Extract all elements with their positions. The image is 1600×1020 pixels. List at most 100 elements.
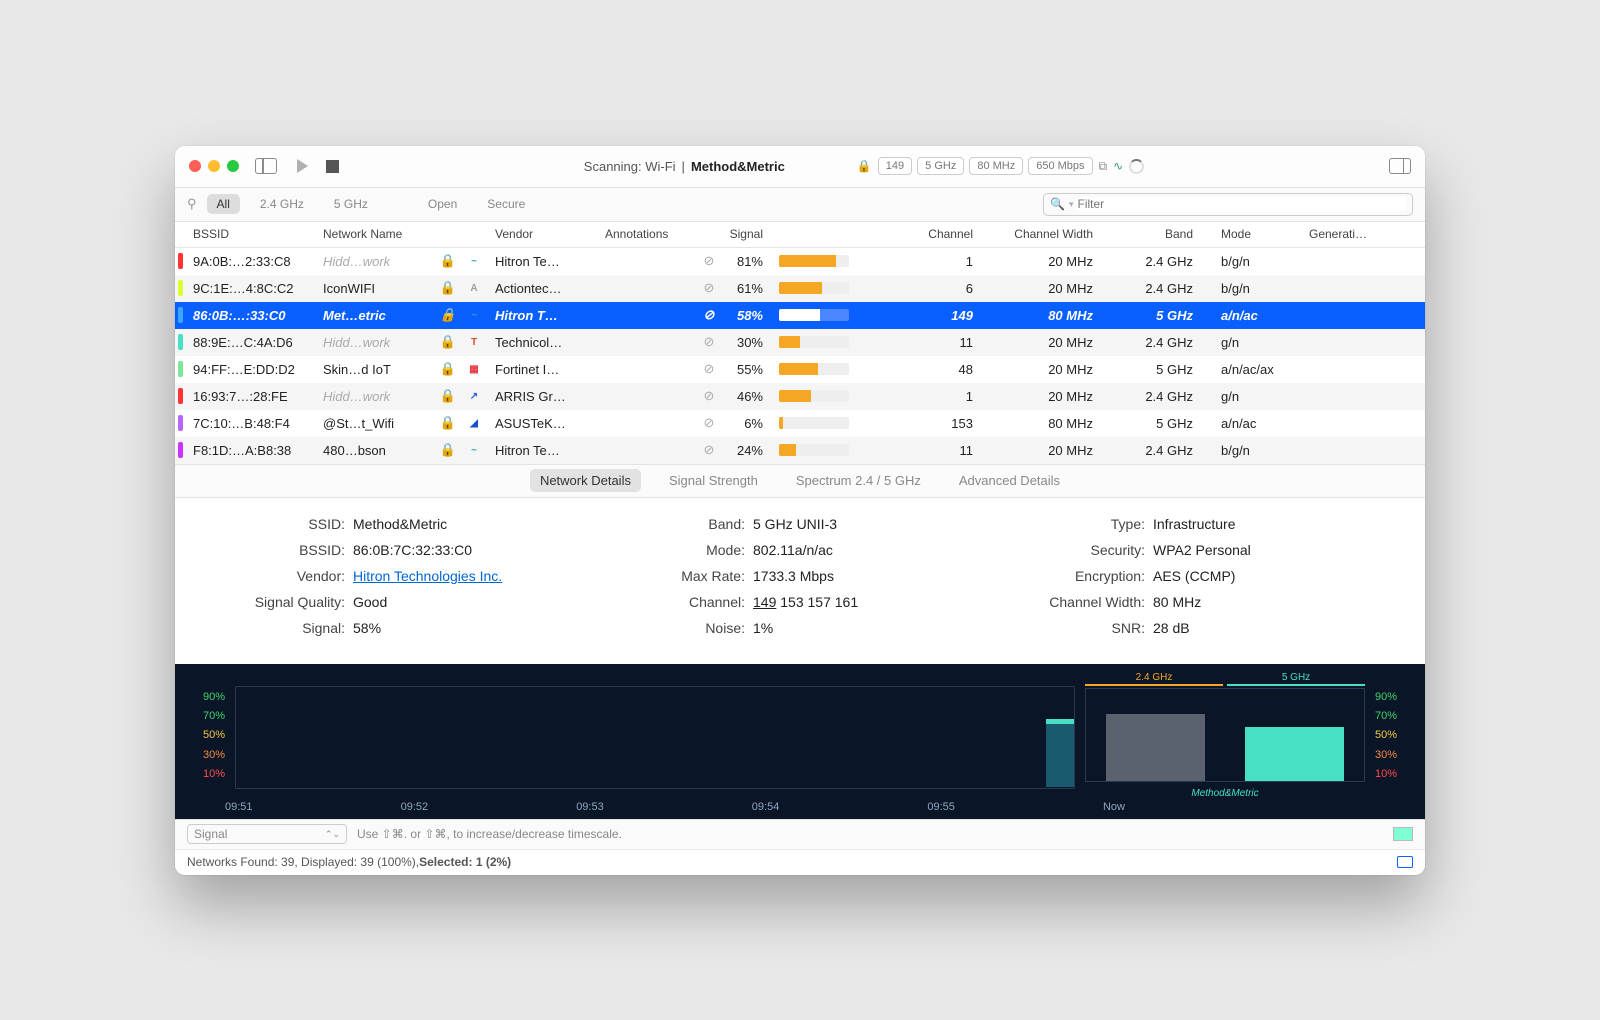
tab-network-details[interactable]: Network Details: [530, 469, 641, 492]
stop-icon[interactable]: [326, 160, 339, 173]
badge-rate: 650 Mbps: [1028, 157, 1092, 175]
filter-24ghz[interactable]: 2.4 GHz: [250, 194, 314, 214]
table-row[interactable]: 7C:10:…B:48:F4@St…t_Wifi🔒◢ASUSTeK…⊘6%153…: [175, 410, 1425, 437]
bar-24ghz: [1106, 714, 1205, 780]
filter-all[interactable]: All: [207, 194, 240, 214]
cell-network-name: Hidd…work: [315, 248, 435, 275]
cell-annotations: [597, 383, 697, 410]
search-field[interactable]: [1077, 197, 1406, 211]
cell-bssid: 7C:10:…B:48:F4: [185, 410, 315, 437]
table-row[interactable]: 88:9E:…C:4A:D6Hidd…work🔒TTechnicol…⊘30%1…: [175, 329, 1425, 356]
close-icon[interactable]: [189, 160, 201, 172]
cell-vendor: ARRIS Gr…: [487, 383, 597, 410]
color-swatch[interactable]: [1393, 827, 1413, 841]
cell-network-name: @St…t_Wifi: [315, 410, 435, 437]
filter-5ghz[interactable]: 5 GHz: [324, 194, 378, 214]
cell-mode: g/n: [1201, 329, 1301, 356]
cell-bssid: 9C:1E:…4:8C:C2: [185, 275, 315, 302]
detail-vendor-link[interactable]: Hitron Technologies Inc.: [353, 568, 502, 584]
scanning-label: Scanning: Wi-Fi: [584, 159, 676, 174]
th-mode[interactable]: Mode: [1201, 222, 1301, 247]
filter-open[interactable]: Open: [418, 194, 467, 214]
table-row[interactable]: F8:1D:…A:B8:38480…bson🔒~Hitron Te…⊘24%11…: [175, 437, 1425, 464]
th-bssid[interactable]: BSSID: [185, 222, 315, 247]
cell-bssid: 9A:0B:…2:33:C8: [185, 248, 315, 275]
cell-bssid: F8:1D:…A:B8:38: [185, 437, 315, 464]
signal-bar: [779, 336, 849, 348]
th-band[interactable]: Band: [1101, 222, 1201, 247]
row-color-chip: [178, 280, 183, 296]
signal-bar: [779, 309, 849, 321]
sidebar-toggle-icon[interactable]: [255, 158, 277, 174]
detail-signal: 58%: [353, 620, 381, 636]
vendor-icon: T: [469, 334, 479, 350]
th-channel-width[interactable]: Channel Width: [981, 222, 1101, 247]
wifi-vendor-icon: ∿: [1113, 159, 1123, 173]
title-center: Scanning: Wi-Fi | Method&Metric 🔒 149 5 …: [347, 157, 1381, 175]
minimize-icon[interactable]: [208, 160, 220, 172]
display-icon[interactable]: [1397, 856, 1413, 868]
bar-5ghz: [1245, 727, 1344, 780]
play-icon[interactable]: [297, 159, 308, 173]
th-generation[interactable]: Generati…: [1301, 222, 1425, 247]
status-selected: Selected: 1 (2%): [419, 855, 511, 869]
badge-width: 80 MHz: [969, 157, 1023, 175]
th-network-name[interactable]: Network Name: [315, 222, 435, 247]
details-col-2: Band:5 GHz UNII-3 Mode:802.11a/n/ac Max …: [615, 516, 985, 646]
signal-bar: [779, 417, 849, 429]
table-row[interactable]: 86:0B:…:33:C0Met…etric🔒~Hitron T…⊘58%149…: [175, 302, 1425, 329]
cell-mode: a/n/ac: [1201, 410, 1301, 437]
annotation-icon: ⊘: [697, 329, 721, 356]
filter-icon[interactable]: ⚲: [187, 196, 197, 212]
vendor-icon: ~: [469, 253, 479, 269]
tab-spectrum[interactable]: Spectrum 2.4 / 5 GHz: [786, 469, 931, 492]
annotation-icon: ⊘: [697, 437, 721, 464]
cell-channel: 149: [861, 302, 981, 329]
details-col-1: SSID:Method&Metric BSSID:86:0B:7C:32:33:…: [215, 516, 585, 646]
row-color-chip: [178, 361, 183, 377]
annotation-icon: ⊘: [697, 248, 721, 275]
table-row[interactable]: 16:93:7…:28:FEHidd…work🔒↗ARRIS Gr…⊘46%12…: [175, 383, 1425, 410]
th-channel[interactable]: Channel: [861, 222, 981, 247]
lock-icon: 🔒: [435, 437, 461, 464]
cell-bssid: 88:9E:…C:4A:D6: [185, 329, 315, 356]
cell-mode: a/n/ac: [1201, 302, 1301, 329]
row-color-chip: [178, 415, 183, 431]
cell-channel: 11: [861, 437, 981, 464]
timescale-hint: Use ⇧⌘. or ⇧⌘, to increase/decrease time…: [357, 827, 622, 841]
detail-ssid: Method&Metric: [353, 516, 447, 532]
zoom-icon[interactable]: [227, 160, 239, 172]
signal-bar: [779, 444, 849, 456]
mini-label: Method&Metric: [1085, 788, 1365, 799]
table-row[interactable]: 94:FF:…E:DD:D2Skin…d IoT🔒▦Fortinet I…⊘55…: [175, 356, 1425, 383]
details-col-3: Type:Infrastructure Security:WPA2 Person…: [1015, 516, 1385, 646]
tab-signal-strength[interactable]: Signal Strength: [659, 469, 768, 492]
cell-channel: 11: [861, 329, 981, 356]
row-color-chip: [178, 253, 183, 269]
th-vendor[interactable]: Vendor: [487, 222, 597, 247]
row-color-chip: [178, 307, 183, 323]
cell-network-name: Skin…d IoT: [315, 356, 435, 383]
filter-secure[interactable]: Secure: [477, 194, 535, 214]
annotation-icon: ⊘: [697, 356, 721, 383]
title-separator: |: [682, 159, 685, 174]
cell-signal-pct: 61%: [721, 275, 771, 302]
cell-channel: 1: [861, 383, 981, 410]
cell-vendor: Hitron T…: [487, 302, 597, 329]
cell-band: 5 GHz: [1101, 356, 1201, 383]
search-input[interactable]: 🔍 ▾: [1043, 193, 1413, 216]
vendor-icon: ◢: [469, 415, 479, 431]
th-signal[interactable]: Signal: [721, 222, 771, 247]
timeseries-plot[interactable]: [235, 686, 1075, 789]
table-row[interactable]: 9C:1E:…4:8C:C2IconWIFI🔒AActiontec…⊘61%62…: [175, 275, 1425, 302]
lock-icon: 🔒: [435, 248, 461, 275]
lock-icon: 🔒: [435, 356, 461, 383]
th-annotations[interactable]: Annotations: [597, 222, 697, 247]
chevron-updown-icon: ⌃⌄: [325, 829, 340, 840]
metric-dropdown[interactable]: Signal ⌃⌄: [187, 824, 347, 844]
cell-band: 2.4 GHz: [1101, 437, 1201, 464]
right-panel-toggle-icon[interactable]: [1389, 158, 1411, 174]
tab-advanced-details[interactable]: Advanced Details: [949, 469, 1070, 492]
table-row[interactable]: 9A:0B:…2:33:C8Hidd…work🔒~Hitron Te…⊘81%1…: [175, 248, 1425, 275]
title-badges: 149 5 GHz 80 MHz 650 Mbps: [878, 157, 1093, 175]
